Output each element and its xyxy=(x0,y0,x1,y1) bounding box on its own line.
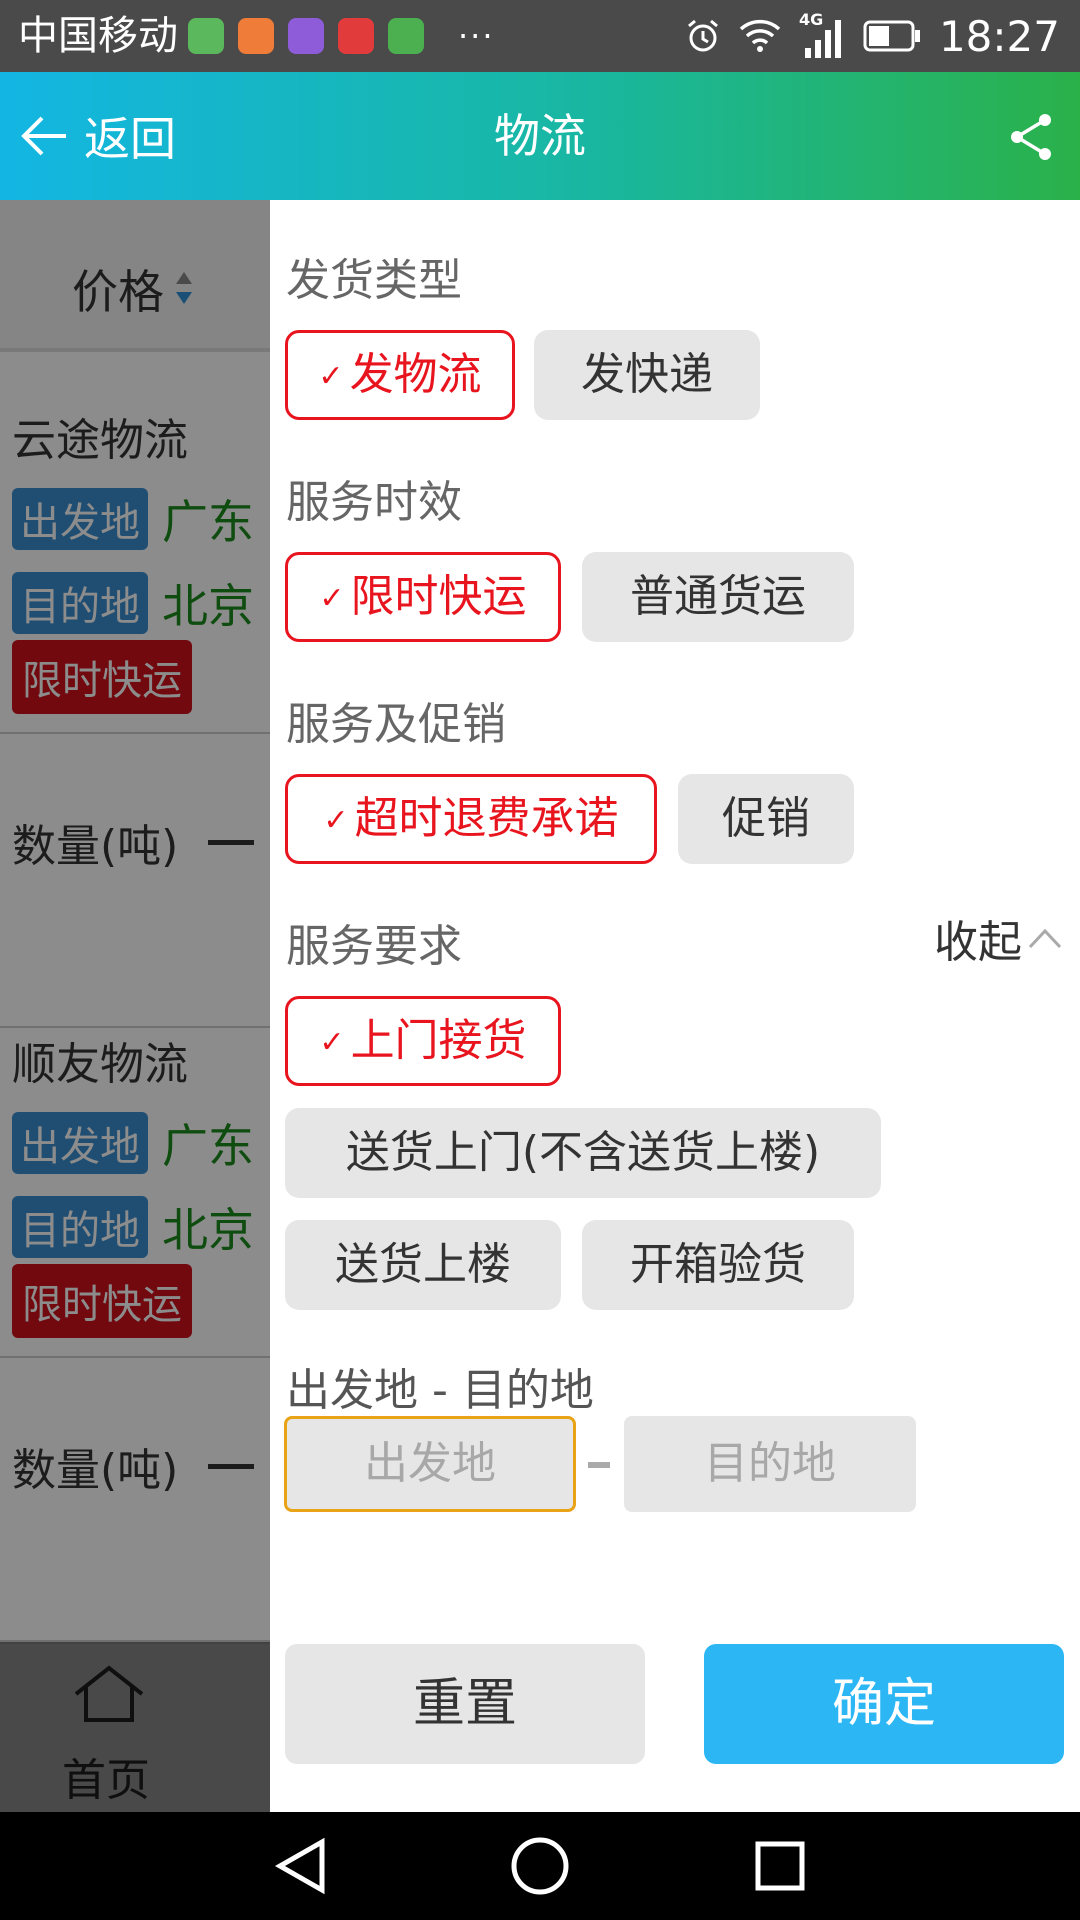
alarm-icon xyxy=(687,19,718,52)
network-type-label: 4G xyxy=(798,10,824,29)
section-title-service-time: 服务时效 xyxy=(286,477,462,528)
option-ship-logistics[interactable]: ✓ 发物流 xyxy=(285,330,515,420)
check-icon: ✓ xyxy=(323,803,349,838)
range-separator xyxy=(588,1462,610,1468)
recents-square-icon[interactable] xyxy=(752,1836,808,1896)
home-circle-icon[interactable] xyxy=(510,1836,570,1896)
destination-input[interactable]: 目的地 xyxy=(624,1416,916,1512)
status-bar: 中国移动 ··· 4G 18:27 xyxy=(0,0,1080,72)
notification-icons xyxy=(188,16,424,56)
option-label: 限时快运 xyxy=(350,571,527,622)
check-icon: ✓ xyxy=(318,359,344,394)
option-label: 普通货运 xyxy=(630,571,806,622)
section-title-service-promotion: 服务及促销 xyxy=(286,699,506,750)
option-label: 送货上门(不含送货上楼) xyxy=(345,1127,821,1178)
battery-icon xyxy=(863,20,920,52)
clock: 18:27 xyxy=(938,11,1060,61)
section-title-service-requirements: 服务要求 xyxy=(286,921,462,972)
app-notification-icon xyxy=(338,18,374,54)
origin-placeholder: 出发地 xyxy=(364,1438,496,1489)
app-header: 返回 物流 xyxy=(0,72,1080,200)
option-label: 发快递 xyxy=(581,349,713,400)
share-icon xyxy=(1011,114,1051,160)
origin-input[interactable]: 出发地 xyxy=(284,1416,576,1512)
app-notification-icon xyxy=(288,18,324,54)
chevron-up-icon xyxy=(1028,928,1062,949)
modal-overlay-nav[interactable] xyxy=(0,1642,270,1812)
option-label: 开箱验货 xyxy=(630,1239,806,1290)
section-title-shipping-type: 发货类型 xyxy=(286,255,462,306)
option-label: 超时退费承诺 xyxy=(354,793,619,844)
reset-button[interactable]: 重置 xyxy=(285,1644,645,1764)
app-notification-icon xyxy=(238,18,274,54)
destination-placeholder: 目的地 xyxy=(704,1438,836,1489)
option-unbox-inspection[interactable]: 开箱验货 xyxy=(582,1220,854,1310)
option-door-pickup[interactable]: ✓ 上门接货 xyxy=(285,996,561,1086)
option-time-limited[interactable]: ✓ 限时快运 xyxy=(285,552,561,642)
modal-overlay[interactable] xyxy=(0,200,270,1812)
option-promotion[interactable]: 促销 xyxy=(678,774,854,864)
system-nav-bar xyxy=(0,1812,1080,1920)
confirm-button[interactable]: 确定 xyxy=(704,1644,1064,1764)
option-ship-express[interactable]: 发快递 xyxy=(534,330,760,420)
option-label: 送货上楼 xyxy=(335,1239,511,1290)
carrier-label: 中国移动 xyxy=(18,13,178,59)
option-regular-freight[interactable]: 普通货运 xyxy=(582,552,854,642)
option-door-delivery[interactable]: 送货上门(不含送货上楼) xyxy=(285,1108,881,1198)
collapse-label: 收起 xyxy=(934,917,1022,968)
page-title: 物流 xyxy=(494,109,586,163)
section-title-route: 出发地 - 目的地 xyxy=(286,1365,594,1416)
app-notification-icon xyxy=(388,18,424,54)
option-label: 发物流 xyxy=(349,349,482,400)
option-label: 促销 xyxy=(722,793,810,844)
option-label: 上门接货 xyxy=(350,1015,527,1066)
signal-icon: 4G xyxy=(798,10,845,60)
filter-panel: 发货类型 ✓ 发物流 发快递 服务时效 ✓ 限时快运 普通货运 服务及促销 ✓ 超时退… xyxy=(270,200,1080,1812)
wifi-icon xyxy=(739,19,781,52)
collapse-button[interactable]: 收起 xyxy=(934,906,1062,970)
back-triangle-icon[interactable] xyxy=(272,1836,328,1896)
more-notifications-icon: ··· xyxy=(458,17,495,55)
option-upstairs-delivery[interactable]: 送货上楼 xyxy=(285,1220,561,1310)
share-button[interactable] xyxy=(1008,112,1054,166)
option-overtime-refund[interactable]: ✓ 超时退费承诺 xyxy=(285,774,657,864)
check-icon: ✓ xyxy=(319,1025,345,1060)
check-icon: ✓ xyxy=(319,581,345,616)
app-notification-icon xyxy=(188,18,224,54)
